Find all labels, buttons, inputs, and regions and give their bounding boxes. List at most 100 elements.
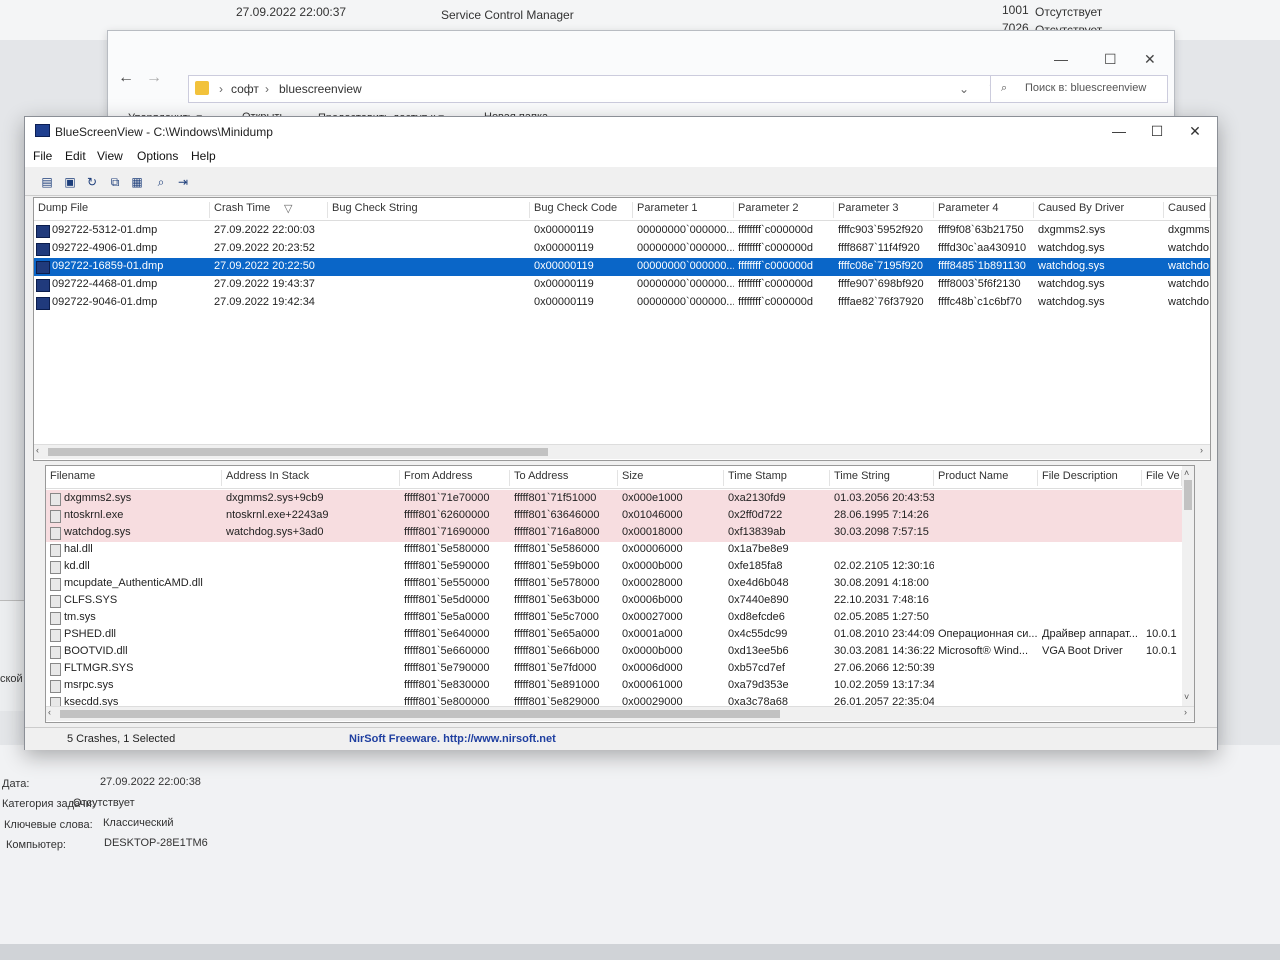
crash-row[interactable]: 092722-16859-01.dmp 27.09.2022 20:22:50 0x… [34, 258, 1210, 276]
scroll-left-icon[interactable]: ‹ [36, 445, 39, 455]
cell-time-string: 27.06.2066 12:50:39 [834, 662, 934, 674]
module-row[interactable]: msrpc.sys fffff801`5e830000 fffff801`5e891… [46, 677, 1182, 695]
col-parameter-4[interactable]: Parameter 4 [934, 202, 1034, 218]
find-icon[interactable]: ⌕ [151, 172, 171, 192]
cell-filename: FLTMGR.SYS [64, 662, 134, 674]
col-crash-time[interactable]: Crash Time [210, 202, 328, 218]
scroll-down-icon[interactable]: ˅ [1184, 692, 1189, 702]
cell-size: 0x0001a000 [622, 628, 683, 640]
cell-parameter-4: ffff9f08`63b21750 [938, 224, 1024, 236]
col-parameter-3[interactable]: Parameter 3 [834, 202, 934, 218]
module-row[interactable]: kd.dll fffff801`5e590000 fffff801`5e59b000… [46, 558, 1182, 576]
cell-size: 0x01046000 [622, 509, 683, 521]
minimize-button[interactable]: — [1101, 120, 1137, 142]
cell-parameter-4: ffffd30c`aa430910 [938, 242, 1027, 254]
copy-icon[interactable]: ⧉ [105, 172, 125, 192]
menu-options[interactable]: Options [137, 149, 178, 163]
col-bug-check-string[interactable]: Bug Check String [328, 202, 530, 218]
col-file-version[interactable]: File Ve [1142, 470, 1182, 486]
module-row[interactable]: tm.sys fffff801`5e5a0000 fffff801`5e5c7000… [46, 609, 1182, 627]
nirsoft-link[interactable]: NirSoft Freeware. http://www.nirsoft.net [349, 733, 556, 745]
horizontal-scrollbar[interactable]: ‹ › [46, 706, 1194, 721]
search-input[interactable]: ⌕ Поиск в: bluescreenview [990, 75, 1168, 103]
cell-parameter-2: ffffffff`c000000d [738, 278, 814, 290]
scrollbar-thumb[interactable] [60, 710, 780, 718]
save-icon[interactable]: ▣ [60, 172, 80, 192]
properties-icon[interactable]: ▤ [37, 172, 57, 192]
module-row[interactable]: hal.dll fffff801`5e580000 fffff801`5e58600… [46, 541, 1182, 559]
menu-file[interactable]: File [33, 149, 52, 163]
module-row[interactable]: BOOTVID.dll fffff801`5e660000 fffff801`5e6… [46, 643, 1182, 661]
minimize-button[interactable]: — [1054, 51, 1068, 67]
col-caused-by-address[interactable]: Caused By Address [1164, 202, 1210, 218]
module-row[interactable]: FLTMGR.SYS fffff801`5e790000 fffff801`5e7f… [46, 660, 1182, 678]
cell-size: 0x00006000 [622, 543, 683, 555]
cell-from-address: fffff801`5e590000 [404, 560, 490, 572]
maximize-button[interactable]: ☐ [1104, 51, 1117, 68]
col-address-in-stack[interactable]: Address In Stack [222, 470, 400, 486]
refresh-icon[interactable]: ↻ [82, 172, 102, 192]
horizontal-scrollbar[interactable]: ‹ › [34, 444, 1210, 459]
cell-time-stamp: 0x2ff0d722 [728, 509, 783, 521]
col-file-description[interactable]: File Description [1038, 470, 1142, 486]
scrollbar-thumb[interactable] [1184, 480, 1192, 510]
cell-address-in-stack: watchdog.sys+3ad0 [226, 526, 324, 538]
module-file-icon [50, 493, 61, 506]
crash-row[interactable]: 092722-5312-01.dmp 27.09.2022 22:00:03 0x0… [34, 222, 1210, 240]
col-caused-by-driver[interactable]: Caused By Driver [1034, 202, 1164, 218]
col-product-name[interactable]: Product Name [934, 470, 1038, 486]
scroll-left-icon[interactable]: ‹ [48, 707, 51, 717]
col-to-address[interactable]: To Address [510, 470, 618, 486]
module-row[interactable]: dxgmms2.sys dxgmms2.sys+9cb9 fffff801`71e7… [46, 490, 1182, 508]
module-row[interactable]: watchdog.sys watchdog.sys+3ad0 fffff801`71… [46, 524, 1182, 542]
cell-bug-check-code: 0x00000119 [534, 242, 594, 254]
close-button[interactable]: ✕ [1177, 120, 1213, 142]
chevron-down-icon[interactable]: ⌄ [959, 82, 969, 96]
menu-edit[interactable]: Edit [65, 149, 86, 163]
col-bug-check-code[interactable]: Bug Check Code [530, 202, 633, 218]
col-from-address[interactable]: From Address [400, 470, 510, 486]
crash-row[interactable]: 092722-4906-01.dmp 27.09.2022 20:23:52 0x0… [34, 240, 1210, 258]
cell-parameter-3: ffffc08e`7195f920 [838, 260, 924, 272]
module-row[interactable]: mcupdate_AuthenticAMD.dll fffff801`5e5500… [46, 575, 1182, 593]
col-parameter-1[interactable]: Parameter 1 [633, 202, 734, 218]
scrollbar-thumb[interactable] [48, 448, 548, 456]
module-file-icon [50, 544, 61, 557]
cell-crash-time: 27.09.2022 19:43:37 [214, 278, 315, 290]
col-dump-file[interactable]: Dump File [34, 202, 210, 218]
col-filename[interactable]: Filename [46, 470, 222, 486]
exit-icon[interactable]: ⇥ [173, 172, 193, 192]
col-size[interactable]: Size [618, 470, 724, 486]
scroll-up-icon[interactable]: ˄ [1184, 468, 1189, 478]
col-time-stamp[interactable]: Time Stamp [724, 470, 830, 486]
html-report-icon[interactable]: ▦ [127, 172, 147, 192]
cell-to-address: fffff801`5e66b000 [514, 645, 600, 657]
menu-view[interactable]: View [97, 149, 123, 163]
breadcrumb-item[interactable]: софт [231, 82, 259, 96]
scroll-right-icon[interactable]: › [1184, 707, 1187, 717]
breadcrumb-separator: › [219, 82, 223, 96]
vertical-scrollbar[interactable]: ˄ ˅ [1182, 466, 1194, 706]
maximize-button[interactable]: ☐ [1139, 120, 1175, 142]
module-row[interactable]: PSHED.dll fffff801`5e640000 fffff801`5e65a… [46, 626, 1182, 644]
module-file-icon [50, 595, 61, 608]
address-bar[interactable]: › софт › bluescreenview ⌄ ↻ [188, 75, 1050, 103]
close-button[interactable]: ✕ [1144, 51, 1156, 68]
scroll-right-icon[interactable]: › [1200, 445, 1203, 455]
title-bar: BlueScreenView - C:\Windows\Minidump — ☐… [25, 117, 1217, 145]
breadcrumb-item[interactable]: bluescreenview [279, 82, 362, 96]
crash-row[interactable]: 092722-4468-01.dmp 27.09.2022 19:43:37 0x0… [34, 276, 1210, 294]
cell-parameter-1: 00000000`000000... [637, 296, 734, 308]
menu-help[interactable]: Help [191, 149, 216, 163]
crash-row[interactable]: 092722-9046-01.dmp 27.09.2022 19:42:34 0x0… [34, 294, 1210, 312]
cell-caused-by-driver: watchdog.sys [1038, 278, 1105, 290]
cell-time-string: 02.02.2105 12:30:16 [834, 560, 934, 572]
forward-arrow-icon[interactable]: → [146, 69, 162, 87]
cell-filename: PSHED.dll [64, 628, 116, 640]
module-row[interactable]: ntoskrnl.exe ntoskrnl.exe+2243a9 fffff801`… [46, 507, 1182, 525]
module-row[interactable]: CLFS.SYS fffff801`5e5d0000 fffff801`5e63b0… [46, 592, 1182, 610]
module-file-icon [50, 561, 61, 574]
back-arrow-icon[interactable]: ← [118, 69, 134, 87]
col-parameter-2[interactable]: Parameter 2 [734, 202, 834, 218]
col-time-string[interactable]: Time String [830, 470, 934, 486]
